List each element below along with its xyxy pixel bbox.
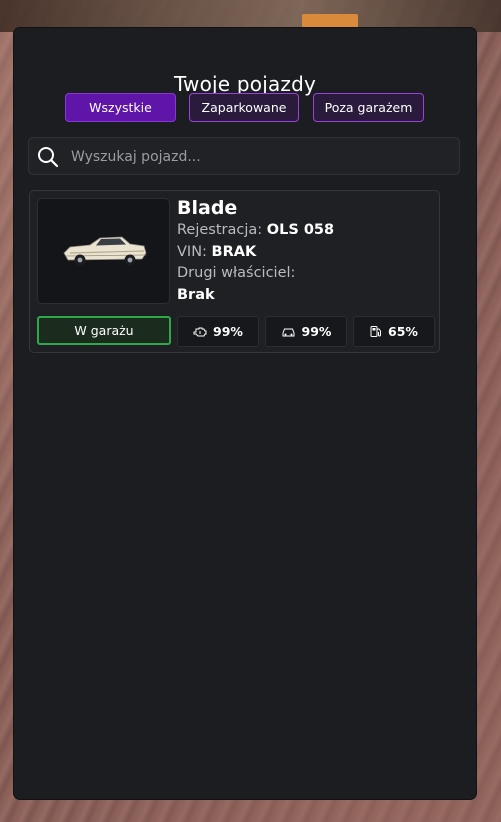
search-icon (37, 146, 59, 168)
vin-label: VIN: (177, 243, 207, 260)
panel-title: Twoje pojazdy (173, 72, 317, 96)
garage-panel: Twoje pojazdy Wszystkie Zaparkowane Poza… (14, 28, 476, 799)
fuel-pump-icon (370, 325, 382, 338)
body-value: 99% (301, 324, 332, 339)
plate-line: Rejestracja: OLS 058 (177, 220, 427, 242)
car-body-icon (281, 326, 296, 338)
vin-line: VIN: BRAK (177, 242, 427, 264)
engine-value: 99% (213, 324, 243, 339)
filter-tabs: Wszystkie Zaparkowane Poza garażem (14, 93, 476, 124)
tab-all[interactable]: Wszystkie (65, 93, 176, 122)
vin-value: BRAK (211, 243, 257, 260)
body-health: 99% (265, 316, 347, 347)
co-owner-value: Brak (177, 286, 215, 303)
search-bar (28, 137, 460, 176)
tab-parked[interactable]: Zaparkowane (189, 93, 299, 122)
vehicle-card[interactable]: Blade Rejestracja: OLS 058 VIN: BRAK Dru… (29, 190, 440, 353)
search-input[interactable] (69, 138, 453, 176)
tab-out-of-garage[interactable]: Poza garażem (313, 93, 424, 122)
plate-value: OLS 058 (266, 222, 335, 238)
co-owner-label: Drugi właściciel: (177, 265, 296, 281)
car-image (37, 198, 170, 304)
plate-label: Rejestracja: (177, 222, 263, 238)
status-badge: W garażu (37, 316, 171, 345)
engine-icon (193, 326, 207, 338)
fuel-level: 65% (353, 316, 435, 347)
vehicle-name: Blade (177, 197, 238, 219)
vehicle-info: Blade Rejestracja: OLS 058 VIN: BRAK Dru… (177, 197, 427, 306)
engine-health: 99% (177, 316, 259, 347)
fuel-value: 65% (388, 324, 418, 339)
